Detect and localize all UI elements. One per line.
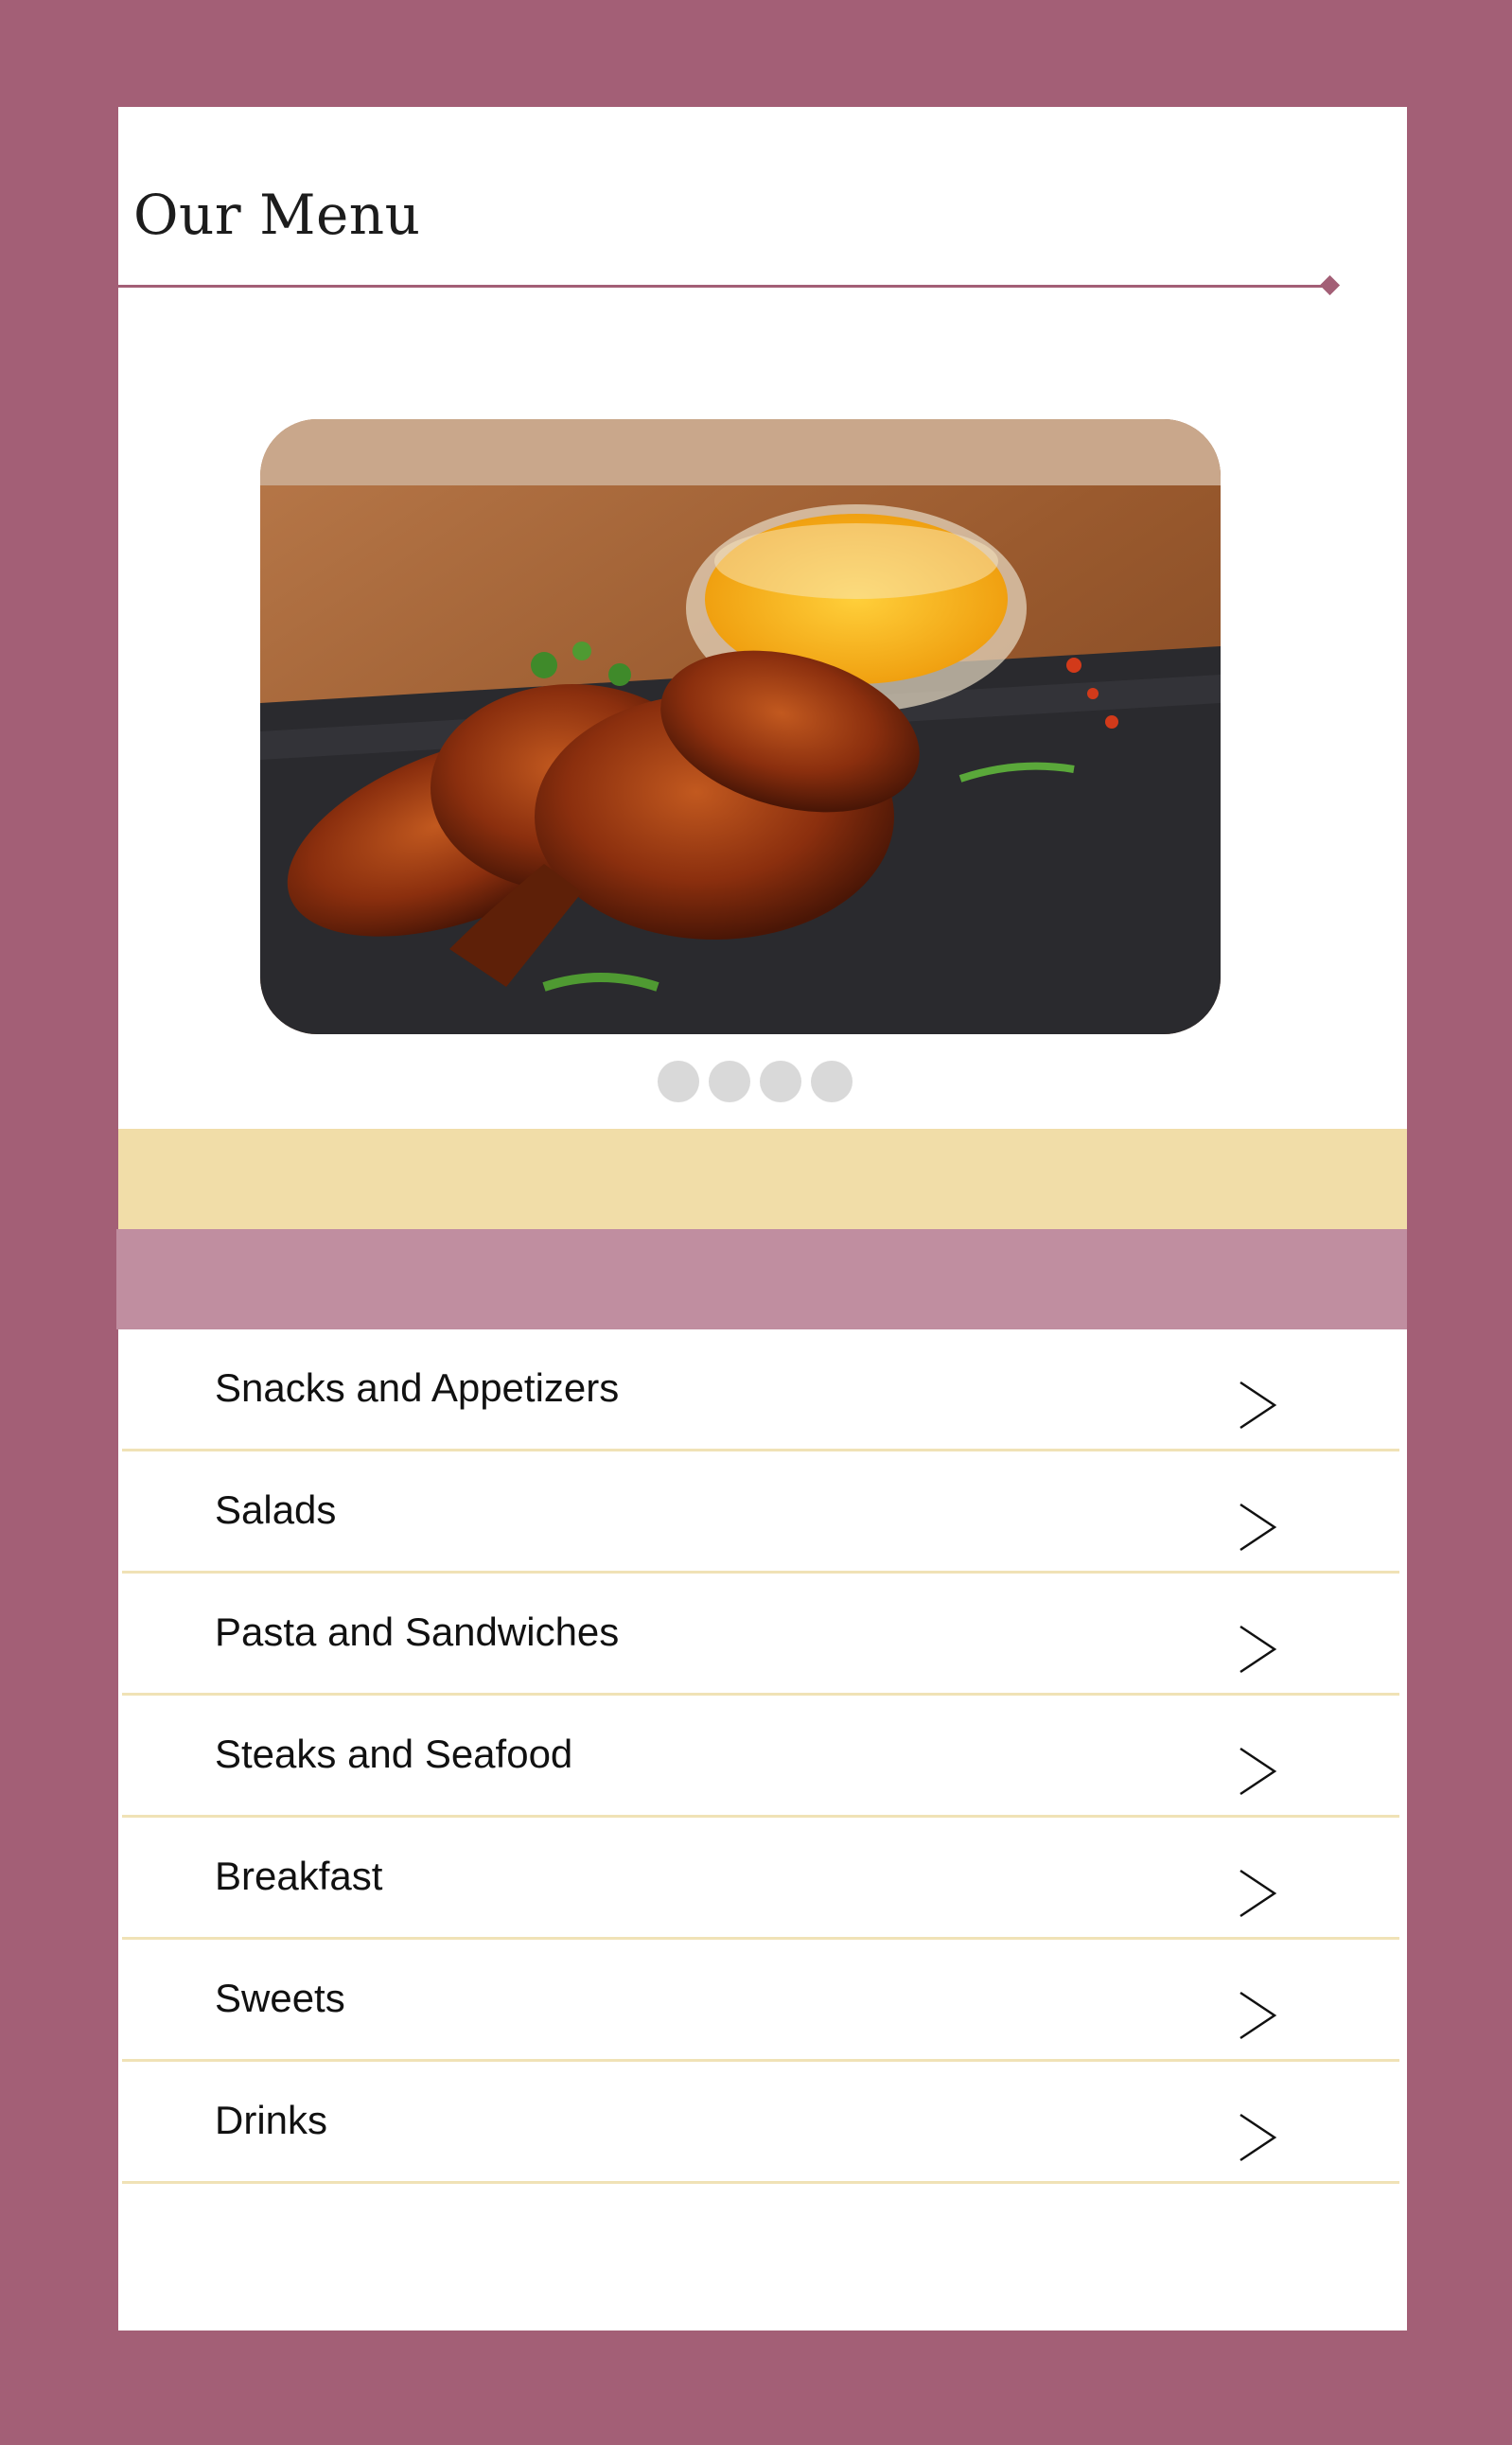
menu-item-label: Breakfast <box>215 1854 383 1898</box>
menu-item-sweets[interactable]: Sweets <box>122 1940 1399 2062</box>
carousel-dot[interactable] <box>658 1061 699 1102</box>
decorative-band-mauve <box>116 1229 1407 1329</box>
menu-item-breakfast[interactable]: Breakfast <box>122 1818 1399 1940</box>
chevron-right-icon <box>1239 1869 1277 1918</box>
carousel-image[interactable] <box>260 419 1221 1034</box>
page-title: Our Menu <box>133 183 421 247</box>
carousel-dots <box>658 1061 853 1102</box>
menu-item-label: Sweets <box>215 1976 345 2020</box>
menu-item-pasta-and-sandwiches[interactable]: Pasta and Sandwiches <box>122 1574 1399 1696</box>
menu-item-label: Pasta and Sandwiches <box>215 1609 620 1654</box>
carousel-dot[interactable] <box>811 1061 853 1102</box>
menu-item-label: Salads <box>215 1487 337 1532</box>
menu-item-label: Steaks and Seafood <box>215 1732 573 1776</box>
decorative-band-yellow <box>118 1129 1407 1229</box>
chevron-right-icon <box>1239 1991 1277 2040</box>
menu-item-snacks-and-appetizers[interactable]: Snacks and Appetizers <box>122 1329 1399 1451</box>
chevron-right-icon <box>1239 1747 1277 1796</box>
food-photo <box>260 419 1221 1034</box>
menu-item-salads[interactable]: Salads <box>122 1451 1399 1574</box>
divider-diamond-icon <box>1319 274 1341 296</box>
menu-item-steaks-and-seafood[interactable]: Steaks and Seafood <box>122 1696 1399 1818</box>
menu-category-list: Snacks and Appetizers Salads Pasta and S… <box>118 1329 1407 2184</box>
chevron-right-icon <box>1239 1625 1277 1674</box>
title-divider <box>118 285 1329 288</box>
chevron-right-icon <box>1239 1503 1277 1552</box>
menu-item-drinks[interactable]: Drinks <box>122 2062 1399 2184</box>
chevron-right-icon <box>1239 1381 1277 1430</box>
menu-item-label: Drinks <box>215 2098 328 2142</box>
carousel-dot[interactable] <box>709 1061 750 1102</box>
carousel-dot[interactable] <box>760 1061 801 1102</box>
menu-card: Our Menu Snacks and Appetizers Salads Pa… <box>116 107 1407 2331</box>
menu-item-label: Snacks and Appetizers <box>215 1365 620 1410</box>
chevron-right-icon <box>1239 2113 1277 2162</box>
